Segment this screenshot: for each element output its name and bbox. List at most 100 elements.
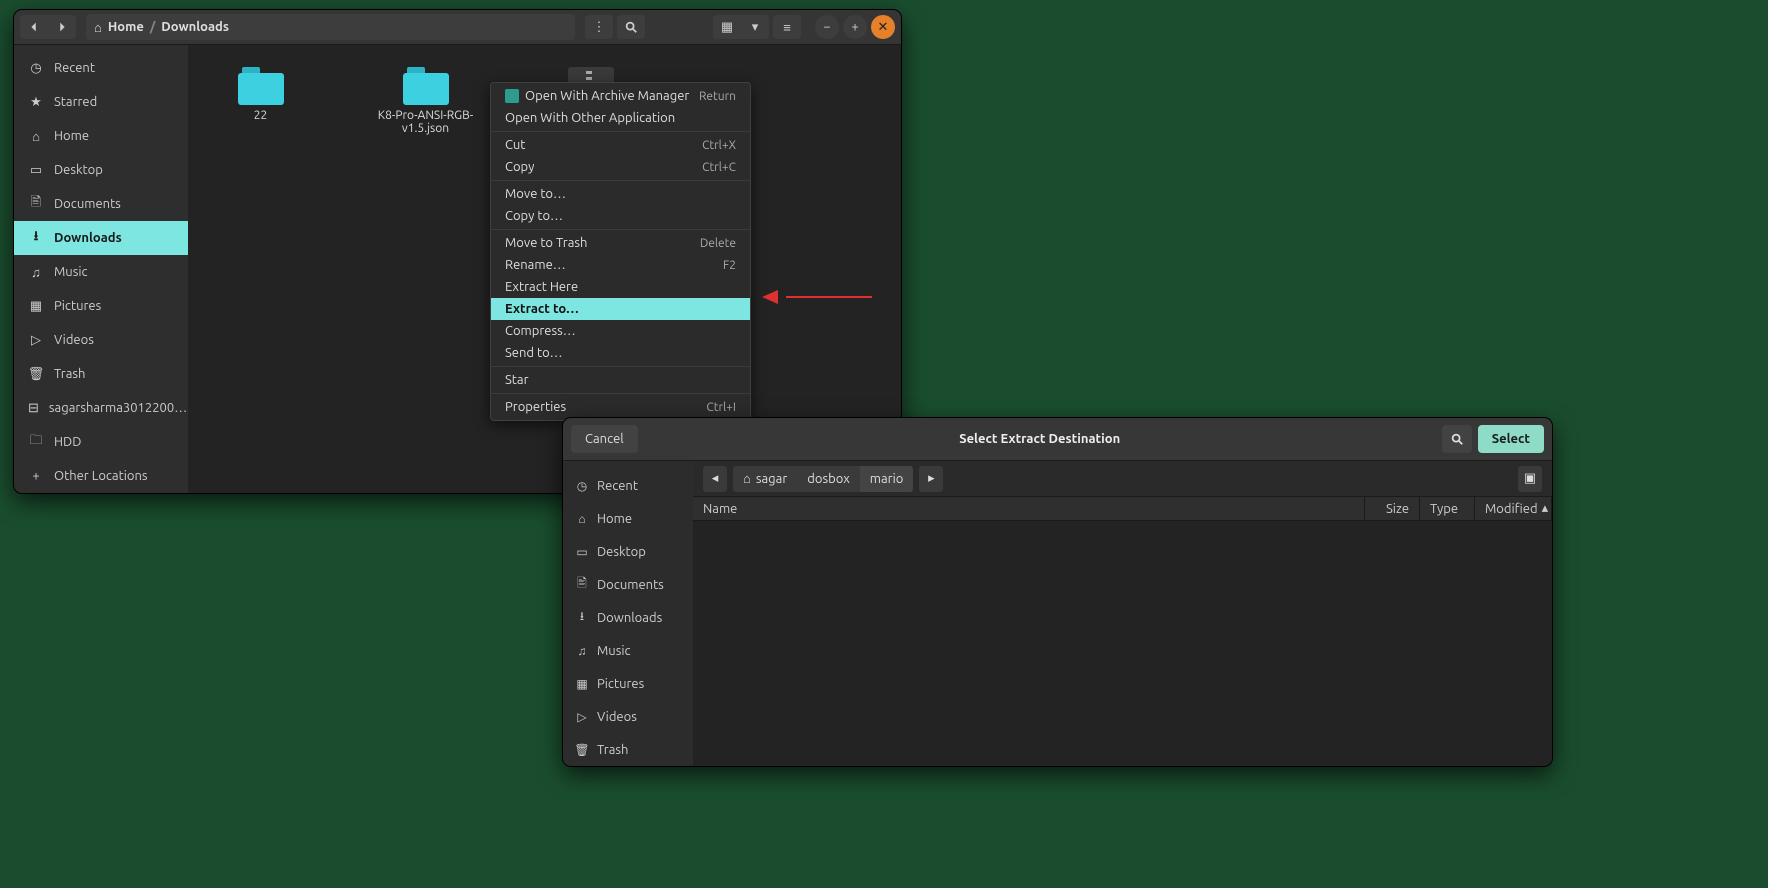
sidebar-item-pictures[interactable]: ▦Pictures: [14, 289, 188, 323]
sidebar-item-downloads[interactable]: ⭳Downloads: [14, 221, 188, 255]
sidebar-item-other-locations[interactable]: +Other Locations: [14, 459, 188, 493]
win2-content: ◂ ⌂sagardosbox mario ▸ ▣ Name Size Type M…: [693, 461, 1552, 766]
win2-headerbar: Cancel Select Extract Destination Select: [563, 418, 1552, 461]
col-type[interactable]: Type: [1420, 497, 1475, 520]
dialog-sidebar-label: Home: [597, 512, 632, 526]
download-icon: ⭳: [575, 607, 589, 628]
home-icon: ⌂: [743, 471, 751, 486]
breadcrumb-back-button[interactable]: ◂: [703, 466, 727, 492]
menu-item-copy[interactable]: CopyCtrl+C: [491, 156, 750, 178]
desktop-icon: ▭: [28, 163, 44, 178]
breadcrumb-mario[interactable]: mario: [860, 466, 914, 492]
menu-item-move-to-[interactable]: Move to…: [491, 183, 750, 205]
music-icon: ♫: [575, 644, 589, 658]
sidebar-item-recent[interactable]: ◷Recent: [14, 51, 188, 85]
menu-shortcut: Ctrl+I: [706, 401, 736, 414]
menu-item-extract-to-[interactable]: Extract to…: [491, 298, 750, 320]
dialog-sidebar-home[interactable]: ⌂Home: [563, 502, 693, 535]
menu-item-rename-[interactable]: Rename…F2: [491, 254, 750, 276]
menu-item-open-with-other-application[interactable]: Open With Other Application: [491, 107, 750, 129]
menu-item-label: Copy: [505, 160, 534, 174]
file-list-empty[interactable]: [693, 521, 1552, 766]
select-button[interactable]: Select: [1478, 425, 1544, 453]
maximize-button[interactable]: +: [843, 15, 867, 39]
sidebar-item-music[interactable]: ♫Music: [14, 255, 188, 289]
sidebar-item-label: Documents: [54, 197, 121, 211]
menu-item-cut[interactable]: CutCtrl+X: [491, 134, 750, 156]
menu-item-copy-to-[interactable]: Copy to…: [491, 205, 750, 227]
menu-separator: [491, 180, 750, 181]
col-modified[interactable]: Modified▴: [1475, 497, 1552, 520]
dialog-sidebar-music[interactable]: ♫Music: [563, 634, 693, 667]
dialog-sidebar-trash[interactable]: 🗑Trash: [563, 733, 693, 766]
download-icon: ⭳: [28, 227, 44, 249]
sidebar-item-label: Starred: [54, 95, 97, 109]
cancel-button[interactable]: Cancel: [571, 425, 638, 453]
sidebar-item-videos[interactable]: ▷Videos: [14, 323, 188, 357]
menu-separator: [491, 366, 750, 367]
column-headers: Name Size Type Modified▴: [693, 497, 1552, 521]
dialog-title: Select Extract Destination: [638, 432, 1442, 446]
archive-app-icon: [505, 89, 519, 103]
col-size[interactable]: Size: [1365, 497, 1420, 520]
win2-sidebar: ◷Recent⌂Home▭Desktop🖹Documents⭳Downloads…: [563, 461, 693, 766]
breadcrumb-forward-button[interactable]: ▸: [919, 466, 943, 492]
path-home: Home: [108, 20, 144, 34]
sidebar-item-label: sagarsharma3012200…: [49, 401, 187, 415]
menu-item-open-with-archive-manager[interactable]: Open With Archive ManagerReturn: [491, 85, 750, 107]
back-button[interactable]: [20, 15, 48, 39]
menu-button[interactable]: ⋮: [585, 15, 613, 39]
clock-icon: ◷: [575, 479, 589, 493]
close-button[interactable]: ✕: [871, 15, 895, 39]
menu-item-properties[interactable]: PropertiesCtrl+I: [491, 396, 750, 418]
file-item-k8-pro-ansi-rgb-v1-5-json[interactable]: K8-Pro-ANSI-RGB-v1.5.json: [373, 67, 478, 135]
menu-item-move-to-trash[interactable]: Move to TrashDelete: [491, 232, 750, 254]
breadcrumb-dosbox[interactable]: dosbox: [797, 466, 860, 492]
menu-item-label: Extract Here: [505, 280, 578, 294]
dialog-sidebar-label: Pictures: [597, 677, 644, 691]
menu-item-send-to-[interactable]: Send to…: [491, 342, 750, 364]
sidebar-item-label: Home: [54, 129, 89, 143]
sidebar-item-sagarsharma-[interactable]: ⊟sagarsharma3012200…: [14, 391, 188, 425]
sidebar-item-documents[interactable]: 🖹Documents: [14, 187, 188, 221]
dialog-sidebar-downloads[interactable]: ⭳Downloads: [563, 601, 693, 634]
sidebar-item-desktop[interactable]: ▭Desktop: [14, 153, 188, 187]
sidebar-item-hdd[interactable]: 🗀HDD: [14, 425, 188, 459]
dialog-sidebar-recent[interactable]: ◷Recent: [563, 469, 693, 502]
dialog-sidebar-videos[interactable]: ▷Videos: [563, 700, 693, 733]
menu-separator: [491, 229, 750, 230]
folder-icon: 🗀: [28, 431, 44, 453]
breadcrumb-sagar[interactable]: ⌂sagar: [733, 466, 797, 492]
search-button[interactable]: [617, 15, 645, 39]
minimize-button[interactable]: −: [815, 15, 839, 39]
new-folder-button[interactable]: ▣: [1518, 466, 1542, 492]
menu-item-extract-here[interactable]: Extract Here: [491, 276, 750, 298]
arrow-line: [786, 296, 872, 298]
extract-destination-dialog: Cancel Select Extract Destination Select…: [563, 418, 1552, 766]
star-icon: ★: [28, 95, 44, 110]
menu-item-star[interactable]: Star: [491, 369, 750, 391]
search-button-dialog[interactable]: [1442, 425, 1472, 453]
dialog-sidebar-desktop[interactable]: ▭Desktop: [563, 535, 693, 568]
menu-item-label: Send to…: [505, 346, 563, 360]
breadcrumb-bar: ◂ ⌂sagardosbox mario ▸ ▣: [693, 461, 1552, 497]
hamburger-button[interactable]: ≡: [773, 15, 801, 39]
path-current: Downloads: [161, 20, 229, 34]
sidebar-item-trash[interactable]: 🗑Trash: [14, 357, 188, 391]
clock-icon: ◷: [28, 61, 44, 76]
dialog-sidebar-documents[interactable]: 🖹Documents: [563, 568, 693, 601]
forward-button[interactable]: [48, 15, 76, 39]
breadcrumb-label: mario: [870, 472, 904, 486]
picture-icon: ▦: [575, 677, 589, 691]
view-grid-button[interactable]: ▦: [713, 15, 741, 39]
desktop-icon: ▭: [575, 545, 589, 559]
sidebar-item-starred[interactable]: ★ Starred: [14, 85, 188, 119]
col-name[interactable]: Name: [693, 497, 1365, 520]
dialog-sidebar-pictures[interactable]: ▦ Pictures: [563, 667, 693, 700]
menu-item-compress-[interactable]: Compress…: [491, 320, 750, 342]
picture-icon: ▦: [28, 299, 44, 314]
file-item-22[interactable]: 22: [208, 67, 313, 122]
view-dropdown-button[interactable]: ▾: [741, 15, 769, 39]
path-bar[interactable]: ⌂ Home / Downloads: [86, 14, 575, 40]
sidebar-item-home[interactable]: ⌂Home: [14, 119, 188, 153]
